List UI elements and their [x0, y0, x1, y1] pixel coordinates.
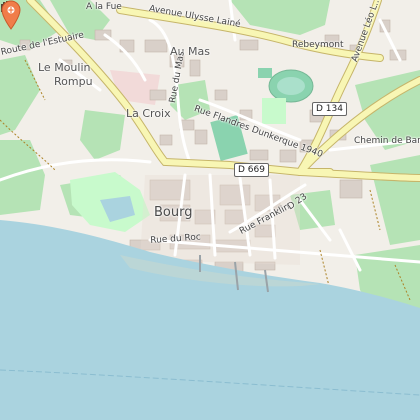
shield-d669: D 669: [234, 163, 269, 177]
label-a-la-fue: A la Fue: [86, 2, 122, 12]
map-pin-icon[interactable]: [0, 0, 22, 30]
label-le-moulin: Le Moulin: [38, 61, 91, 74]
map-view[interactable]: A la Fue Avenue Ulysse Lainé Route de l'…: [0, 0, 420, 420]
label-bourg: Bourg: [154, 205, 193, 220]
label-chemin-de-banl: Chemin de Banl...: [354, 136, 420, 146]
label-la-croix: La Croix: [126, 107, 171, 120]
label-rebeymont: Rebeymont: [292, 40, 344, 50]
label-rompu: Rompu: [54, 75, 93, 88]
shield-d134: D 134: [312, 102, 347, 116]
